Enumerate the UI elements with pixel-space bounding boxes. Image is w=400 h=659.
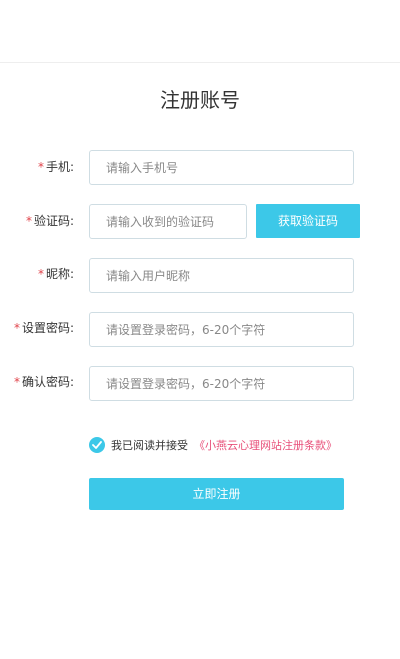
agreement-row: 我已阅读并接受 《小燕云心理网站注册条款》 [89, 436, 337, 454]
code-label: * 验证码: [0, 213, 74, 229]
agreement-text: 我已阅读并接受 [111, 439, 188, 452]
required-mark: * [37, 267, 44, 281]
phone-input[interactable] [89, 150, 354, 185]
checkmark-icon [92, 441, 102, 449]
confirm-password-input[interactable] [89, 366, 354, 401]
phone-label: * 手机: [0, 159, 74, 175]
phone-label-text: 手机: [45, 160, 74, 174]
password-input[interactable] [89, 312, 354, 347]
nickname-label: * 昵称: [0, 266, 74, 282]
code-label-text: 验证码: [33, 214, 74, 228]
required-mark: * [25, 214, 32, 228]
required-mark: * [13, 321, 20, 335]
agreement-checkbox[interactable] [89, 437, 105, 453]
code-input[interactable] [89, 204, 247, 239]
required-mark: * [37, 160, 44, 174]
nickname-label-text: 昵称: [45, 267, 74, 281]
confirm-password-label-text: 确认密码: [21, 375, 74, 389]
terms-link[interactable]: 《小燕云心理网站注册条款》 [194, 437, 337, 453]
confirm-password-label: * 确认密码: [0, 374, 74, 390]
required-mark: * [13, 375, 20, 389]
get-code-button[interactable]: 获取验证码 [256, 204, 360, 238]
password-label-text: 设置密码: [21, 321, 74, 335]
page-title: 注册账号 [160, 88, 240, 112]
top-divider [0, 62, 400, 63]
register-button[interactable]: 立即注册 [89, 478, 344, 510]
password-label: * 设置密码: [0, 320, 74, 336]
nickname-input[interactable] [89, 258, 354, 293]
